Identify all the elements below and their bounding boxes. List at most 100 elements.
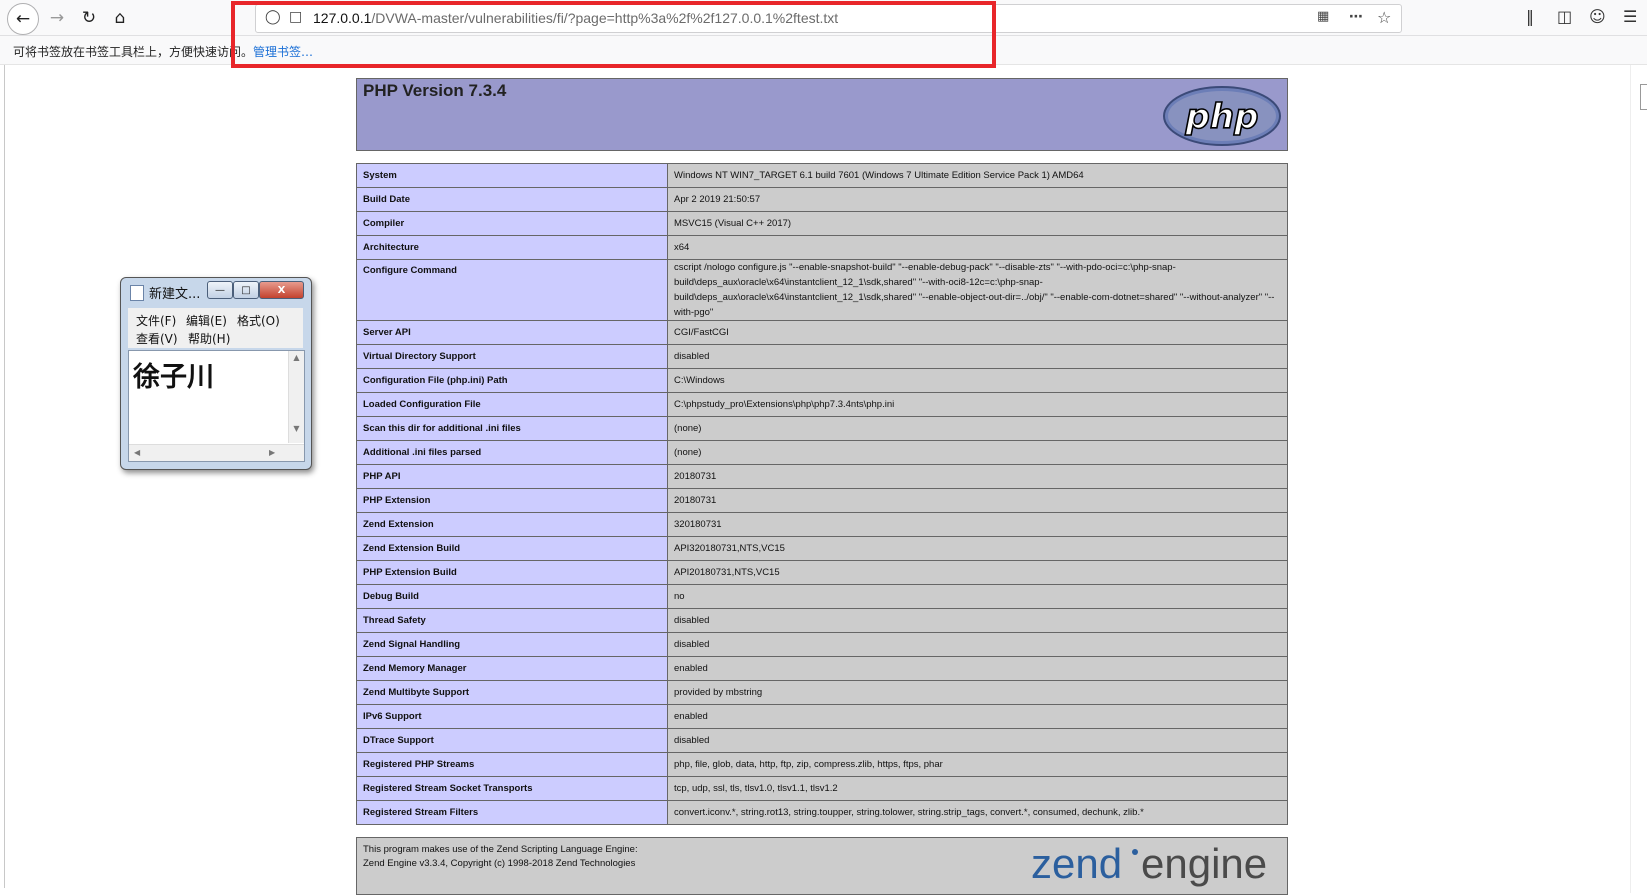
- table-row: Zend Signal Handling disabled: [356, 632, 1288, 657]
- maximize-button[interactable]: □: [233, 281, 259, 299]
- row-value: convert.iconv.*, string.rot13, string.to…: [667, 800, 1288, 825]
- table-row: Additional .ini files parsed (none): [356, 440, 1288, 465]
- maximize-icon: □: [241, 284, 251, 296]
- table-row: Loaded Configuration File C:\phpstudy_pro…: [356, 392, 1288, 417]
- notepad-vertical-scrollbar[interactable]: ▲ ▼: [288, 351, 304, 443]
- row-key: Registered PHP Streams: [356, 752, 668, 777]
- table-row: Compiler MSVC15 (Visual C++ 2017): [356, 211, 1288, 236]
- bookmarks-hint: 可将书签放在书签工具栏上，方便快速访问。: [13, 45, 254, 59]
- menu-help[interactable]: 帮助(H): [188, 330, 230, 347]
- zend-logo-word: zend: [1031, 840, 1122, 887]
- row-key: PHP API: [356, 464, 668, 489]
- page-scrollbar[interactable]: [1630, 65, 1647, 893]
- row-key: Registered Stream Filters: [356, 800, 668, 825]
- menu-edit[interactable]: 编辑(E): [186, 312, 227, 329]
- table-row: PHP Extension 20180731: [356, 488, 1288, 513]
- scroll-down-icon[interactable]: ▼: [289, 424, 304, 433]
- row-key: Architecture: [356, 235, 668, 260]
- library-icon[interactable]: ‖: [1526, 7, 1534, 26]
- bookmark-star-icon[interactable]: ☆: [1377, 8, 1391, 27]
- table-row: Configuration File (php.ini) Path C:\Wind…: [356, 368, 1288, 393]
- table-row: Zend Memory Manager enabled: [356, 656, 1288, 681]
- zend-copyright: Zend Engine v3.3.4, Copyright (c) 1998-2…: [363, 858, 636, 869]
- minimize-button[interactable]: —: [207, 281, 233, 299]
- row-value: provided by mbstring: [667, 680, 1288, 705]
- phpinfo-table: System Windows NT WIN7_TARGET 6.1 build 7…: [356, 163, 1288, 825]
- notepad-content: 徐子川: [133, 362, 214, 393]
- table-row: System Windows NT WIN7_TARGET 6.1 build 7…: [356, 163, 1288, 188]
- row-key: Virtual Directory Support: [356, 344, 668, 369]
- home-icon: ⌂: [114, 8, 126, 28]
- table-row: Registered PHP Streams php, file, glob, d…: [356, 752, 1288, 777]
- notepad-horizontal-scrollbar[interactable]: ◀ ▶: [129, 444, 304, 461]
- scroll-up-icon[interactable]: ▲: [289, 353, 304, 362]
- home-button[interactable]: ⌂: [107, 5, 133, 31]
- row-key: Zend Multibyte Support: [356, 680, 668, 705]
- reload-button[interactable]: ↻: [76, 5, 102, 31]
- row-value: Apr 2 2019 21:50:57: [667, 187, 1288, 212]
- sidebar-icon[interactable]: ◫: [1557, 7, 1572, 26]
- account-icon[interactable]: ☺: [1589, 7, 1606, 26]
- row-value: C:\Windows: [667, 368, 1288, 393]
- more-dots-icon[interactable]: ⋯: [1349, 9, 1363, 25]
- row-key: Zend Extension: [356, 512, 668, 537]
- row-key: Build Date: [356, 187, 668, 212]
- scroll-right-icon[interactable]: ▶: [269, 448, 275, 457]
- row-key: Zend Signal Handling: [356, 632, 668, 657]
- table-row: PHP API 20180731: [356, 464, 1288, 489]
- php-logo-text: php: [1185, 97, 1259, 137]
- scrollbar-thumb[interactable]: [1640, 84, 1647, 110]
- notepad-text-area[interactable]: 徐子川 ▲ ▼ ◀ ▶: [128, 350, 305, 462]
- row-key: Configure Command: [356, 259, 668, 321]
- row-key: Server API: [356, 320, 668, 345]
- table-row: Configure Command cscript /nologo configu…: [356, 259, 1288, 321]
- forward-button[interactable]: →: [44, 5, 70, 31]
- menu-format[interactable]: 格式(O): [237, 312, 280, 329]
- table-row: Architecture x64: [356, 235, 1288, 260]
- engine-logo-word: engine: [1141, 840, 1267, 887]
- row-value: API320180731,NTS,VC15: [667, 536, 1288, 561]
- table-row: Registered Stream Filters convert.iconv.*…: [356, 800, 1288, 825]
- row-value: x64: [667, 235, 1288, 260]
- row-key: Compiler: [356, 211, 668, 236]
- row-key: Zend Memory Manager: [356, 656, 668, 681]
- php-version-title: PHP Version 7.3.4: [363, 81, 507, 100]
- row-value: no: [667, 584, 1288, 609]
- table-row: Virtual Directory Support disabled: [356, 344, 1288, 369]
- table-row: PHP Extension Build API20180731,NTS,VC15: [356, 560, 1288, 585]
- row-key: IPv6 Support: [356, 704, 668, 729]
- menu-view[interactable]: 查看(V): [136, 330, 178, 347]
- row-value: (none): [667, 416, 1288, 441]
- phpinfo-header: PHP Version 7.3.4 php: [356, 78, 1288, 151]
- table-row: DTrace Support disabled: [356, 728, 1288, 753]
- row-value: disabled: [667, 608, 1288, 633]
- qr-code-icon[interactable]: ▦: [1317, 9, 1329, 24]
- row-value: disabled: [667, 632, 1288, 657]
- row-key: Registered Stream Socket Transports: [356, 776, 668, 801]
- close-icon: X: [277, 284, 286, 296]
- zend-notice: This program makes use of the Zend Scrip…: [363, 844, 638, 855]
- table-row: Zend Multibyte Support provided by mbstri…: [356, 680, 1288, 705]
- row-key: DTrace Support: [356, 728, 668, 753]
- row-value: Windows NT WIN7_TARGET 6.1 build 7601 (W…: [667, 163, 1288, 188]
- notepad-window[interactable]: 新建文... — □ X 文件(F) 编辑(E) 格式(O) 查看(V) 帮助(…: [120, 277, 312, 470]
- table-row: Zend Extension Build API320180731,NTS,VC1…: [356, 536, 1288, 561]
- table-row: Debug Build no: [356, 584, 1288, 609]
- row-key: Debug Build: [356, 584, 668, 609]
- url-highlight-box: [231, 1, 996, 68]
- row-value: MSVC15 (Visual C++ 2017): [667, 211, 1288, 236]
- table-row: Zend Extension 320180731: [356, 512, 1288, 537]
- hamburger-menu-icon[interactable]: ☰: [1623, 7, 1637, 26]
- close-button[interactable]: X: [259, 281, 304, 299]
- scroll-left-icon[interactable]: ◀: [134, 448, 140, 457]
- back-button[interactable]: ←: [7, 3, 39, 35]
- row-value: API20180731,NTS,VC15: [667, 560, 1288, 585]
- notepad-app-icon: [130, 285, 144, 301]
- row-key: Additional .ini files parsed: [356, 440, 668, 465]
- menu-file[interactable]: 文件(F): [136, 312, 176, 329]
- php-logo: php: [1163, 86, 1281, 146]
- table-row: Registered Stream Socket Transports tcp, …: [356, 776, 1288, 801]
- row-value: disabled: [667, 344, 1288, 369]
- table-row: Thread Safety disabled: [356, 608, 1288, 633]
- row-value: php, file, glob, data, http, ftp, zip, c…: [667, 752, 1288, 777]
